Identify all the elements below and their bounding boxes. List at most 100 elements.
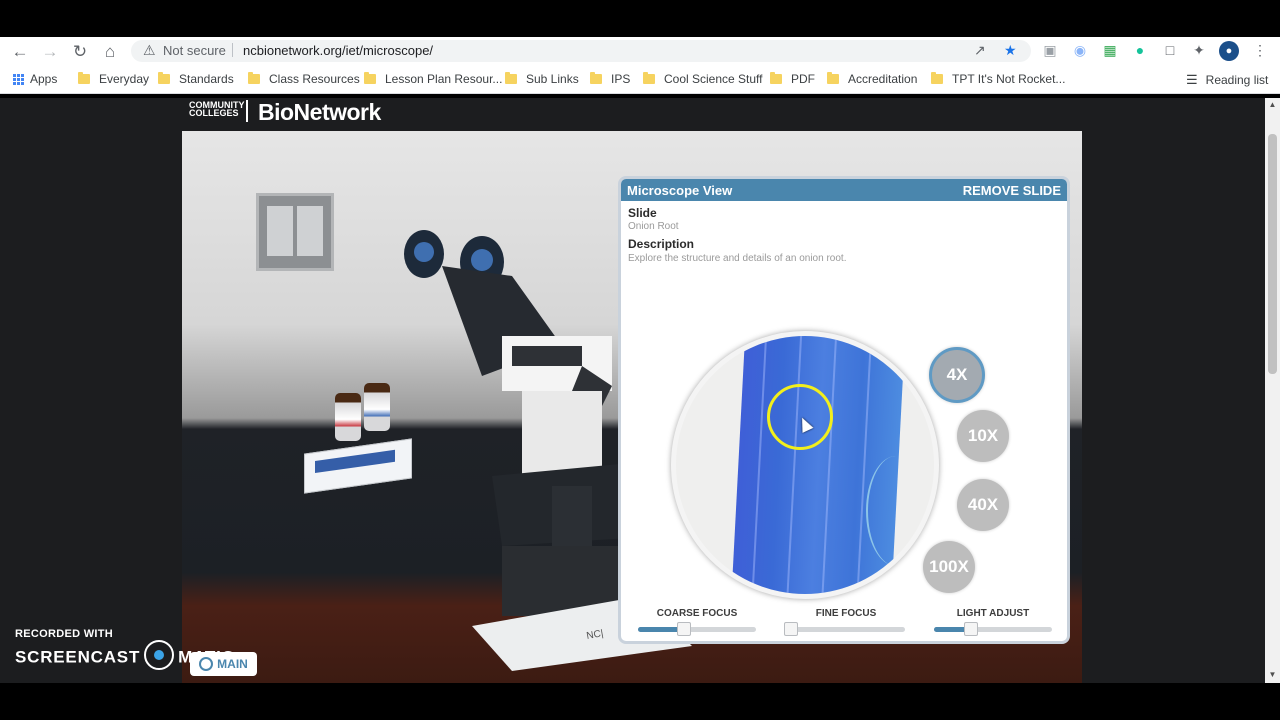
bookmark-pdf[interactable]: PDF bbox=[770, 72, 815, 86]
extension-green-printer-icon[interactable]: ▦ bbox=[1101, 41, 1119, 59]
reading-list[interactable]: ☰ Reading list bbox=[1186, 72, 1268, 88]
watermark-screencast: SCREENCAST bbox=[15, 647, 141, 667]
omnibox-divider bbox=[232, 43, 233, 57]
bookmark-lesson-plan[interactable]: Lesson Plan Resour... bbox=[364, 72, 502, 86]
bookmark-ips[interactable]: IPS bbox=[590, 72, 630, 86]
watermark-recorded-with: RECORDED WITH bbox=[15, 628, 114, 640]
magnification-4x-button[interactable]: 4X bbox=[929, 347, 985, 403]
cursor-highlight-ring bbox=[767, 384, 833, 450]
light-adjust-fill bbox=[934, 627, 968, 632]
main-menu-button[interactable]: MAIN bbox=[190, 652, 257, 676]
fine-focus-slider[interactable] bbox=[784, 622, 905, 636]
reagent-bottle-right bbox=[364, 383, 390, 431]
light-adjust-knob[interactable] bbox=[964, 622, 979, 636]
description-value: Explore the structure and details of an … bbox=[628, 253, 847, 264]
main-button-label: MAIN bbox=[217, 657, 248, 671]
warning-icon[interactable]: ⚠ bbox=[143, 42, 156, 59]
microscope-view-panel: Microscope View REMOVE SLIDE Slide Onion… bbox=[618, 176, 1070, 644]
bookmark-label: Accreditation bbox=[848, 72, 918, 86]
magnification-40x-button[interactable]: 40X bbox=[957, 479, 1009, 531]
extension-doc-icon[interactable]: □ bbox=[1161, 41, 1179, 59]
folder-icon bbox=[364, 72, 376, 84]
reading-list-label: Reading list bbox=[1205, 73, 1269, 87]
folder-icon bbox=[505, 72, 517, 84]
bookmark-label: Sub Links bbox=[526, 72, 579, 86]
globe-icon bbox=[199, 657, 214, 671]
home-icon[interactable]: ⌂ bbox=[95, 37, 125, 66]
screencast-logo-icon bbox=[144, 640, 175, 670]
extensions-puzzle-icon[interactable]: ✦ bbox=[1190, 41, 1208, 59]
light-adjust-label: LIGHT ADJUST bbox=[956, 608, 1030, 619]
tab-strip bbox=[0, 0, 1280, 37]
logo-divider bbox=[246, 100, 248, 122]
coarse-focus-label: COARSE FOCUS bbox=[656, 608, 738, 619]
slide-box-card bbox=[304, 438, 412, 494]
cast-icon[interactable]: ▣ bbox=[1041, 41, 1059, 59]
folder-icon bbox=[248, 72, 260, 84]
panel-title: Microscope View bbox=[627, 182, 733, 198]
extension-blue-dot-icon[interactable]: ◉ bbox=[1071, 41, 1089, 59]
page-scrollbar[interactable]: ▲ ▼ bbox=[1265, 98, 1280, 683]
scroll-thumb[interactable] bbox=[1268, 134, 1277, 374]
bookmark-tpt[interactable]: TPT It's Not Rocket... bbox=[931, 72, 1065, 86]
bookmark-class-resources[interactable]: Class Resources bbox=[248, 72, 360, 86]
magnification-10x-button[interactable]: 10X bbox=[957, 410, 1009, 462]
screen: ← → ↻ ⌂ ⚠ Not secure ncbionetwork.org/ie… bbox=[0, 0, 1280, 720]
bookmark-label: IPS bbox=[611, 72, 631, 86]
coarse-focus-knob[interactable] bbox=[677, 622, 692, 636]
bookmark-label: Apps bbox=[30, 72, 58, 86]
magnification-100x-button[interactable]: 100X bbox=[923, 541, 975, 593]
folder-icon bbox=[770, 72, 782, 84]
bookmarks-bar: Apps Everyday Standards Class Resources … bbox=[0, 66, 1280, 94]
root-hair bbox=[866, 456, 926, 566]
scroll-down-arrow-icon[interactable]: ▼ bbox=[1268, 671, 1277, 679]
screencast-watermark: RECORDED WITH SCREENCASTMATIC bbox=[15, 628, 234, 670]
bookmark-label: Lesson Plan Resour... bbox=[385, 72, 503, 86]
bookmark-label: Everyday bbox=[99, 72, 150, 86]
back-icon[interactable]: ← bbox=[5, 37, 35, 66]
bookmark-accreditation[interactable]: Accreditation bbox=[827, 72, 917, 86]
coarse-focus-fill bbox=[638, 627, 681, 632]
folder-icon bbox=[931, 72, 943, 84]
panel-header: Microscope View REMOVE SLIDE bbox=[621, 179, 1067, 201]
bookmark-label: Cool Science Stuff bbox=[664, 72, 763, 86]
url-text[interactable]: ncbionetwork.org/iet/microscope/ bbox=[243, 43, 433, 58]
apps-grid-icon bbox=[13, 73, 24, 85]
bookmark-label: Class Resources bbox=[269, 72, 360, 86]
bookmark-standards[interactable]: Standards bbox=[158, 72, 234, 86]
folder-icon bbox=[78, 72, 90, 84]
folder-icon bbox=[827, 72, 839, 84]
folder-icon bbox=[590, 72, 602, 84]
browser-menu-icon[interactable]: ⋮ bbox=[1251, 41, 1269, 59]
coarse-focus-slider[interactable] bbox=[638, 622, 756, 636]
security-label[interactable]: Not secure bbox=[163, 43, 226, 58]
bookmark-everyday[interactable]: Everyday bbox=[78, 72, 149, 86]
bookmark-sub-links[interactable]: Sub Links bbox=[505, 72, 579, 86]
description-label: Description bbox=[628, 237, 695, 251]
extension-grammarly-icon[interactable]: ● bbox=[1131, 41, 1149, 59]
slide-value: Onion Root bbox=[628, 221, 679, 232]
bookmark-star-icon[interactable]: ★ bbox=[1004, 42, 1017, 59]
bookmark-label: Standards bbox=[179, 72, 234, 86]
bookmark-label: PDF bbox=[791, 72, 815, 86]
fine-focus-knob[interactable] bbox=[784, 622, 798, 636]
light-adjust-slider[interactable] bbox=[934, 622, 1052, 636]
profile-avatar-icon[interactable]: ● bbox=[1219, 41, 1239, 61]
share-icon[interactable]: ↗ bbox=[974, 42, 986, 59]
microscope-viewport[interactable] bbox=[671, 331, 939, 599]
logo-community-colleges: COMMUNITY COLLEGES bbox=[189, 100, 245, 118]
bookmark-cool-science[interactable]: Cool Science Stuff bbox=[643, 72, 763, 86]
reagent-bottle-left bbox=[335, 393, 361, 441]
folder-icon bbox=[158, 72, 170, 84]
bookmark-apps[interactable]: Apps bbox=[13, 72, 57, 86]
scroll-up-arrow-icon[interactable]: ▲ bbox=[1268, 101, 1277, 109]
remove-slide-button[interactable]: REMOVE SLIDE bbox=[963, 183, 1061, 198]
bookmark-label: TPT It's Not Rocket... bbox=[952, 72, 1066, 86]
wall-switch-plate bbox=[256, 193, 334, 271]
forward-icon[interactable]: → bbox=[35, 37, 65, 66]
reload-icon[interactable]: ↻ bbox=[65, 37, 95, 66]
reading-list-icon: ☰ bbox=[1186, 72, 1198, 87]
slide-label: Slide bbox=[628, 206, 657, 220]
folder-icon bbox=[643, 72, 655, 84]
fine-focus-label: FINE FOCUS bbox=[815, 608, 877, 619]
